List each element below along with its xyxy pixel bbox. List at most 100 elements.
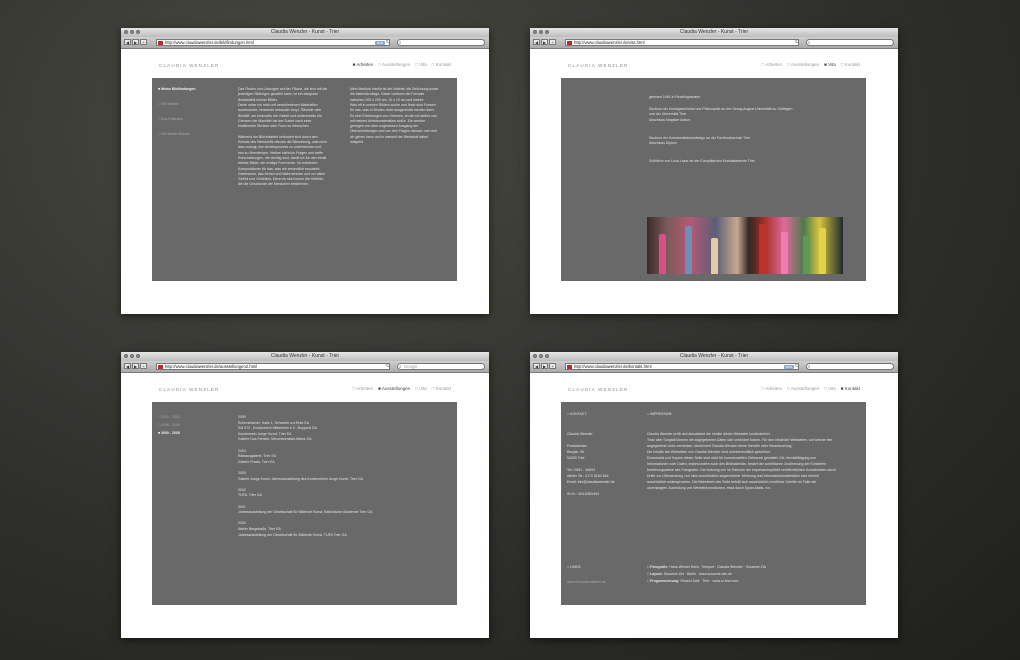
close-icon[interactable] [124,30,128,34]
submenu-item-active[interactable]: ■ Meine Bildfindungen [158,87,196,92]
nav-arbeiten[interactable]: □ Arbeiten [762,386,783,391]
nav-vita[interactable]: □ Vita [824,386,836,391]
text-line: 2005 [238,415,246,419]
address-bar[interactable]: http://www.claudiawenzler.de/bildfindung… [156,39,390,46]
add-bookmark-icon[interactable]: + [140,363,147,369]
site-logo[interactable]: CLAUDIA WENZLER [159,63,220,68]
site-logo[interactable]: CLAUDIA WENZLER [568,63,629,68]
text-line: Jahresausstellung der Gesellschaft für B… [238,510,373,515]
search-input[interactable]: ⌕ [397,39,485,46]
nav-kontakt[interactable]: □ Kontakt [841,62,860,67]
nav-vita[interactable]: □ Vita [415,62,427,67]
search-input[interactable]: ⌕ [806,363,894,370]
brush-shape [659,234,666,274]
text-line: die die Geschichte der Menschen bestimme… [238,182,310,187]
forward-icon[interactable]: ▶ [132,39,139,45]
window-controls[interactable] [533,354,549,358]
zoom-icon[interactable] [136,354,140,358]
submenu-item[interactable]: □ Das Potenzial [158,117,183,122]
close-icon[interactable] [533,30,537,34]
text-line: 2004 [238,448,246,453]
reload-icon[interactable]: ↻ [795,40,798,45]
text-line: Kunstverein Junge Kunst, Trier EA [238,431,292,436]
search-input[interactable]: ⌕ Google [397,363,485,370]
site-nav: □ Arbeiten ■ Ausstellungen □ Vita □ Kont… [353,386,451,391]
site-logo[interactable]: CLAUDIA WENZLER [568,387,629,392]
back-icon[interactable]: ◀ [124,39,131,45]
submenu-item[interactable]: □ Die Malerei [158,102,179,107]
kontakt-heading: ○ KONTAKT: [567,412,587,416]
nav-arbeiten[interactable]: ■ Arbeiten [353,62,374,67]
search-icon: ⌕ [399,364,402,369]
title-bar: Claudia Wenzler - Kunst - Trier [121,352,489,361]
submenu-item[interactable]: □ Die Meiner Bücher [158,132,190,137]
window-controls[interactable] [533,30,549,34]
minimize-icon[interactable] [539,354,543,358]
zoom-icon[interactable] [545,30,549,34]
year-range-item-active[interactable]: ■ 2000 - 2005 [158,431,180,436]
text-line: TUFA, Trier GA [238,493,262,498]
links-url[interactable]: www.europalkunsttrier.de [567,580,606,585]
text-line: angegebene Links verweisen, übernimmt Cl… [647,444,793,448]
close-icon[interactable] [533,354,537,358]
text-line: Jahresausstellung der Gesellschaft für B… [238,532,347,537]
site-nav: ■ Arbeiten □ Ausstellungen □ Vita □ Kont… [353,62,451,67]
text-line: KM 072 - Kunstverein Mittelrhein e.V., B… [238,426,317,431]
zoom-icon[interactable] [136,30,140,34]
minimize-icon[interactable] [539,30,543,34]
text-line: 54290 Trier [567,456,585,460]
nav-ausstellungen[interactable]: □ Ausstellungen [787,386,819,391]
forward-icon[interactable]: ▶ [541,39,548,45]
text-line: beziehungsweise des Fotografen. Die Nutz… [647,468,837,472]
back-icon[interactable]: ◀ [533,363,540,369]
content-panel: ○ KONTAKT: ○ IMPRESSUM: Claudia Wenzler P… [561,402,866,605]
add-bookmark-icon[interactable]: + [140,39,147,45]
text-line: Studium der Kommunikationsdesign an der … [649,135,751,140]
nav-arbeiten[interactable]: □ Arbeiten [762,62,783,67]
rss-icon[interactable]: RSS [374,41,385,45]
minimize-icon[interactable] [130,354,134,358]
minimize-icon[interactable] [130,30,134,34]
nav-arbeiten[interactable]: □ Arbeiten [353,386,374,391]
nav-ausstellungen[interactable]: ■ Ausstellungen [378,386,410,391]
nav-vita[interactable]: ■ Vita [824,62,836,67]
year-range-item[interactable]: □ 2010 - 2015 [158,415,180,420]
site-nav: □ Arbeiten □ Ausstellungen ■ Vita □ Kont… [762,62,860,67]
nav-ausstellungen[interactable]: □ Ausstellungen [787,62,819,67]
nav-ausstellungen[interactable]: □ Ausstellungen [378,62,410,67]
text-line: Galerie Praxis, Trier EA [238,459,275,464]
zoom-icon[interactable] [545,354,549,358]
window-controls[interactable] [124,354,140,358]
forward-icon[interactable]: ▶ [541,363,548,369]
forward-icon[interactable]: ▶ [132,363,139,369]
add-bookmark-icon[interactable]: + [549,39,556,45]
text-line: Tel.: 0651 - 46693 [567,468,596,472]
reload-icon[interactable]: ↻ [386,364,389,369]
reload-icon[interactable]: ↻ [795,364,798,369]
address-bar[interactable]: http://www.claudiawenzler.de/vita.html ↻ [565,39,799,46]
content-panel: □ 2010 - 2015 □ 2006 - 2009 ■ 2000 - 200… [152,402,457,605]
rss-icon[interactable]: RSS [783,365,794,369]
browser-toolbar: ◀ ▶ + http://www.claudiawenzler.de/vita.ht… [530,37,898,49]
browser-toolbar: ◀ ▶ + http://www.claudiawenzler.de/kontakt… [530,361,898,373]
text-line: Claudia Wenzler [567,432,593,436]
reload-icon[interactable]: ↻ [386,40,389,45]
add-bookmark-icon[interactable]: + [549,363,556,369]
search-input[interactable]: ⌕ [806,39,894,46]
title-bar: Claudia Wenzler - Kunst - Trier [530,352,898,361]
back-icon[interactable]: ◀ [124,363,131,369]
text-line: 2002 [238,487,246,492]
window-controls[interactable] [124,30,140,34]
nav-kontakt[interactable]: ■ Kontakt [841,386,860,391]
site-logo[interactable]: CLAUDIA WENZLER [159,387,220,392]
address-bar[interactable]: http://www.claudiawenzler.de/kontakt.htm… [565,363,799,370]
nav-vita[interactable]: □ Vita [415,386,427,391]
close-icon[interactable] [124,354,128,358]
back-icon[interactable]: ◀ [533,39,540,45]
credit-line: □ Layout: Susanne Zils · Berlin · www.su… [647,572,732,576]
nav-kontakt[interactable]: □ Kontakt [432,386,451,391]
nav-kontakt[interactable]: □ Kontakt [432,62,451,67]
title-bar: Claudia Wenzler - Kunst - Trier [121,28,489,37]
address-bar[interactable]: http://www.claudiawenzler.de/ausstellung… [156,363,390,370]
year-range-item[interactable]: □ 2006 - 2009 [158,423,180,428]
